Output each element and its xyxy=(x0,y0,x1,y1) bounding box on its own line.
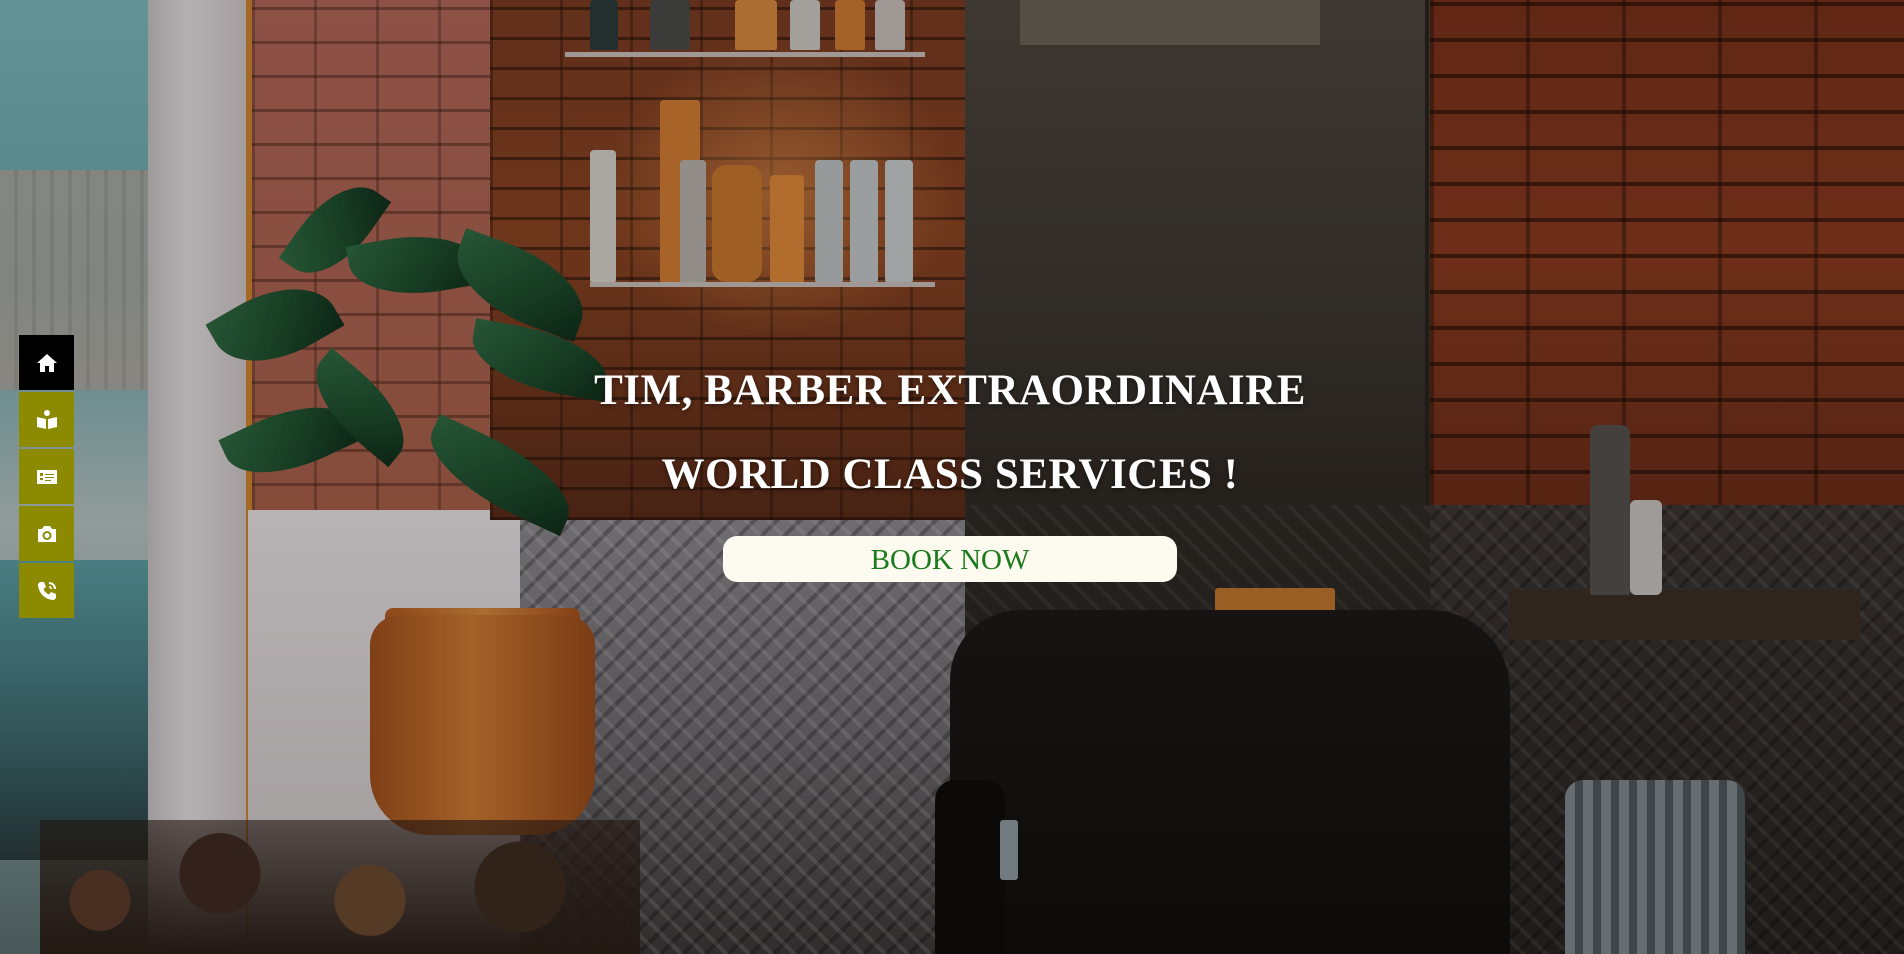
hero-title: TIM, BARBER EXTRAORDINAIRE xyxy=(594,367,1306,414)
nav-gallery-button[interactable] xyxy=(19,506,74,561)
hero-subtitle: WORLD CLASS SERVICES ! xyxy=(661,451,1239,498)
price-card-icon xyxy=(36,469,57,484)
camera-icon xyxy=(37,525,56,542)
hero-section: TIM, BARBER EXTRAORDINAIRE WORLD CLASS S… xyxy=(500,350,1400,582)
book-open-icon xyxy=(36,409,57,429)
nav-contact-button[interactable] xyxy=(19,563,74,618)
nav-about-button[interactable] xyxy=(19,392,74,447)
nav-home-button[interactable] xyxy=(19,335,74,390)
home-icon xyxy=(36,353,57,372)
nav-services-button[interactable] xyxy=(19,449,74,504)
book-now-button[interactable]: BOOK NOW xyxy=(723,536,1177,582)
phone-icon xyxy=(37,581,56,600)
side-navigation xyxy=(19,335,74,618)
